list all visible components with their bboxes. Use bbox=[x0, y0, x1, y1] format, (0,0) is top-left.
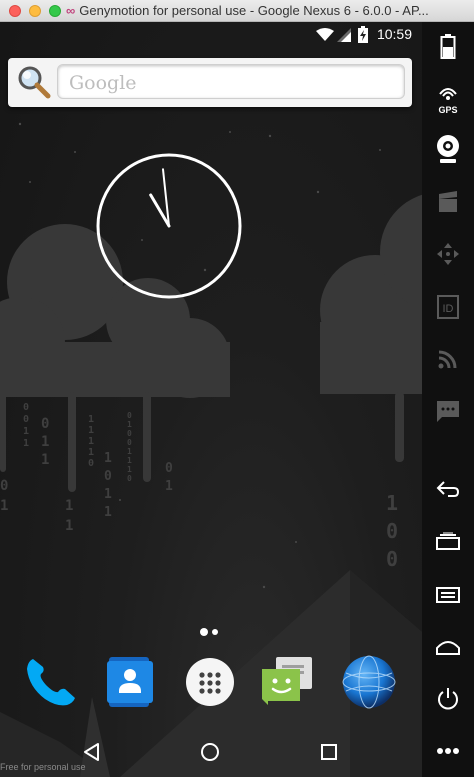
battery-tool[interactable] bbox=[431, 30, 465, 64]
svg-text:1: 1 bbox=[127, 447, 132, 456]
gps-tool[interactable]: GPS bbox=[431, 82, 465, 116]
svg-text:1: 1 bbox=[127, 456, 132, 465]
svg-text:0: 0 bbox=[104, 469, 112, 484]
window-titlebar: ∞ Genymotion for personal use - Google Ne… bbox=[0, 0, 474, 22]
svg-text:0: 0 bbox=[23, 402, 29, 413]
search-placeholder: Google bbox=[69, 72, 137, 94]
phone-app-icon[interactable] bbox=[21, 653, 79, 711]
network-tool[interactable] bbox=[431, 342, 465, 376]
genymotion-logo-icon: ∞ bbox=[66, 3, 76, 18]
svg-text:1: 1 bbox=[88, 436, 94, 447]
toolbar-menu-button[interactable] bbox=[431, 578, 465, 612]
page-dot bbox=[212, 629, 218, 635]
toolbar-back-button[interactable] bbox=[431, 472, 465, 506]
camera-tool[interactable] bbox=[431, 132, 465, 166]
svg-text:1: 1 bbox=[88, 414, 94, 425]
svg-text:1: 1 bbox=[41, 434, 49, 450]
gps-label: GPS bbox=[438, 105, 458, 115]
home-icon bbox=[436, 641, 460, 655]
svg-text:1: 1 bbox=[0, 498, 8, 514]
svg-text:0: 0 bbox=[0, 478, 8, 494]
google-search-widget[interactable]: Google bbox=[8, 58, 412, 107]
back-icon bbox=[436, 481, 460, 497]
page-indicator bbox=[198, 626, 224, 636]
svg-text:0: 0 bbox=[127, 438, 132, 447]
signal-icon bbox=[337, 28, 351, 42]
analog-clock-widget[interactable] bbox=[96, 153, 242, 299]
menu-icon bbox=[436, 587, 460, 603]
media-tool[interactable] bbox=[431, 185, 465, 219]
toolbar-more-button[interactable] bbox=[431, 734, 465, 768]
network-icon bbox=[438, 350, 457, 369]
recents-icon[interactable] bbox=[314, 737, 344, 767]
svg-text:1: 1 bbox=[104, 487, 112, 502]
svg-text:1: 1 bbox=[23, 438, 29, 449]
toolbar-recent-apps-button[interactable] bbox=[431, 524, 465, 558]
id-icon: ID bbox=[437, 295, 459, 319]
page-dot-active bbox=[200, 628, 208, 636]
svg-text:1: 1 bbox=[88, 425, 94, 436]
window-title-text: Genymotion for personal use - Google Nex… bbox=[79, 3, 429, 18]
svg-text:0: 0 bbox=[41, 416, 49, 432]
camera-icon bbox=[437, 135, 459, 163]
svg-text:ID: ID bbox=[443, 303, 454, 315]
svg-text:1: 1 bbox=[65, 498, 73, 514]
recent-apps-icon bbox=[436, 532, 460, 550]
svg-text:1: 1 bbox=[41, 452, 49, 468]
device-id-tool[interactable]: ID bbox=[431, 290, 465, 324]
search-input[interactable]: Google bbox=[57, 64, 405, 99]
toolbar-power-button[interactable] bbox=[431, 682, 465, 716]
toolbar-home-button[interactable] bbox=[431, 630, 465, 664]
personal-use-watermark: Free for personal use bbox=[0, 762, 86, 772]
genymotion-toolbar: GPS ID bbox=[422, 22, 474, 777]
svg-text:0: 0 bbox=[23, 414, 29, 425]
minimize-window-button[interactable] bbox=[29, 5, 41, 17]
svg-text:0: 0 bbox=[127, 474, 132, 483]
svg-text:1: 1 bbox=[65, 518, 73, 534]
contacts-app-icon[interactable] bbox=[101, 653, 159, 711]
svg-text:1: 1 bbox=[104, 451, 112, 466]
search-icon[interactable] bbox=[15, 64, 51, 100]
battery-charging-icon bbox=[358, 26, 368, 43]
sms-tool[interactable] bbox=[431, 394, 465, 428]
browser-app-icon[interactable] bbox=[340, 653, 398, 711]
dpad-tool[interactable] bbox=[431, 237, 465, 271]
media-icon bbox=[439, 191, 457, 212]
more-icon bbox=[437, 748, 459, 754]
battery-icon bbox=[440, 34, 456, 59]
dpad-icon bbox=[437, 243, 459, 265]
svg-text:1: 1 bbox=[88, 447, 94, 458]
home-icon[interactable] bbox=[195, 737, 225, 767]
svg-text:1: 1 bbox=[165, 479, 173, 494]
svg-text:1: 1 bbox=[104, 505, 112, 520]
svg-text:0: 0 bbox=[88, 458, 94, 469]
svg-text:1: 1 bbox=[127, 465, 132, 474]
wifi-icon bbox=[316, 28, 334, 41]
maximize-window-button[interactable] bbox=[49, 5, 61, 17]
messenger-app-icon[interactable] bbox=[258, 653, 316, 711]
status-bar: 10:59 bbox=[0, 22, 422, 48]
app-drawer-icon[interactable] bbox=[181, 653, 239, 711]
svg-text:0: 0 bbox=[386, 519, 398, 543]
gps-icon bbox=[439, 88, 457, 100]
svg-text:0: 0 bbox=[386, 547, 398, 571]
svg-text:1: 1 bbox=[127, 420, 132, 429]
status-time: 10:59 bbox=[376, 26, 412, 42]
svg-text:1: 1 bbox=[386, 491, 398, 515]
power-icon bbox=[438, 688, 458, 710]
svg-text:0: 0 bbox=[127, 429, 132, 438]
close-window-button[interactable] bbox=[9, 5, 21, 17]
svg-text:0: 0 bbox=[127, 411, 132, 420]
window-title: ∞ Genymotion for personal use - Google Ne… bbox=[66, 3, 470, 18]
sms-icon bbox=[437, 401, 459, 422]
svg-text:0: 0 bbox=[165, 461, 173, 476]
svg-text:1: 1 bbox=[23, 426, 29, 437]
android-screen: 00 11 01 1 11 11 0 10 11 01 00 11 10 01 … bbox=[0, 22, 422, 777]
